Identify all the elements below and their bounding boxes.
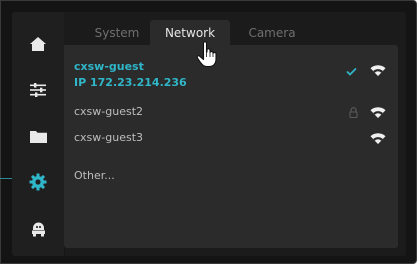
wifi-icon	[370, 107, 386, 119]
network-row-cxsw-guest3[interactable]: cxsw-guest3	[64, 127, 398, 151]
nav-files-button[interactable]	[22, 120, 54, 152]
settings-tabs: System Network Camera	[64, 12, 406, 45]
side-nav	[12, 12, 65, 256]
tab-system[interactable]: System	[86, 20, 148, 45]
network-ip-address: IP 172.23.214.236	[74, 76, 187, 89]
nav-device-button[interactable]	[22, 212, 54, 244]
nav-controls-button[interactable]	[22, 74, 54, 106]
other-network-button[interactable]: Other...	[74, 169, 115, 182]
network-ssid: cxsw-guest3	[74, 131, 144, 144]
home-icon	[30, 37, 46, 51]
network-ssid: cxsw-guest2	[74, 105, 144, 118]
check-icon	[346, 67, 357, 76]
nav-home-button[interactable]	[22, 28, 54, 60]
nav-settings-button[interactable]	[22, 166, 54, 198]
network-row-cxsw-guest[interactable]: cxsw-guest IP 172.23.214.236	[64, 57, 398, 91]
folder-icon	[29, 130, 47, 143]
network-row-cxsw-guest2[interactable]: cxsw-guest2	[64, 101, 398, 125]
robot-icon	[31, 222, 45, 236]
wifi-icon	[370, 133, 386, 145]
lock-icon	[349, 107, 358, 118]
network-ssid: cxsw-guest	[74, 60, 144, 73]
hand-pointer-icon	[195, 40, 219, 72]
tab-camera[interactable]: Camera	[240, 20, 304, 45]
sliders-icon	[30, 83, 46, 97]
touch-screen: System Network Camera cxsw-guest IP 172.…	[12, 12, 406, 256]
wifi-icon	[370, 65, 386, 77]
gear-icon	[29, 173, 47, 191]
network-list-panel: cxsw-guest IP 172.23.214.236 cxsw-guest2	[64, 45, 398, 248]
